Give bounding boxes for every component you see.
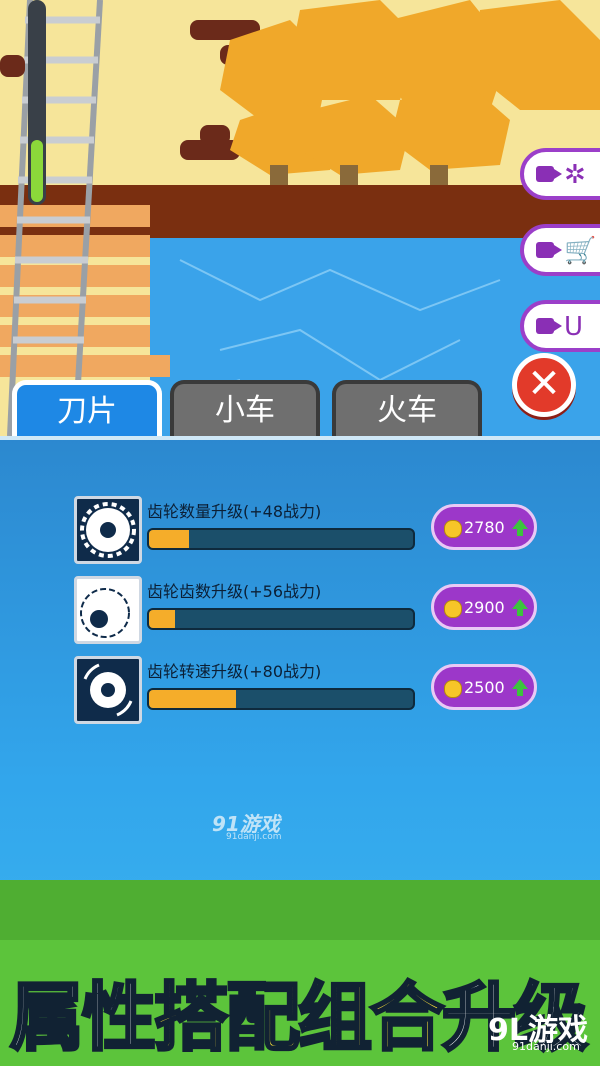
upgrade-buy-button[interactable]: 2780 <box>431 504 537 550</box>
saw-blade-spin-icon <box>74 656 142 724</box>
upgrade-price: 2500 <box>464 678 505 697</box>
upgrade-progress-bar <box>147 608 415 630</box>
upgrade-buy-button[interactable]: 2900 <box>431 584 537 630</box>
upgrade-buy-button[interactable]: 2500 <box>431 664 537 710</box>
upgrade-progress-fill <box>149 690 237 708</box>
upgrade-price: 2780 <box>464 518 505 537</box>
coin-icon <box>444 520 462 538</box>
saw-blade-multi-icon <box>74 496 142 564</box>
coin-icon <box>444 600 462 618</box>
saw-blade-icon: ✲ <box>564 160 586 190</box>
video-camera-icon <box>536 166 562 182</box>
upgrade-label: 齿轮齿数升级(+56战力) <box>147 582 322 601</box>
tab-cart[interactable]: 小车 <box>170 380 320 438</box>
watch-ad-magnet-button[interactable]: U <box>520 300 600 352</box>
video-camera-icon <box>536 318 562 334</box>
upgrade-row-speed: 齿轮转速升级(+80战力) 2500 <box>74 656 544 726</box>
video-camera-icon <box>536 242 562 258</box>
close-button[interactable]: ✕ <box>512 353 576 417</box>
upgrade-label: 齿轮数量升级(+48战力) <box>147 502 322 521</box>
magnet-icon: U <box>564 312 584 342</box>
upgrade-label: 齿轮转速升级(+80战力) <box>147 662 322 681</box>
upgrade-price: 2900 <box>464 598 505 617</box>
banner-text-2: 搭配组合 <box>153 974 446 1063</box>
arrow-up-icon <box>512 679 528 696</box>
site-logo-url: 91danji.com <box>512 1040 580 1053</box>
arrow-up-icon <box>512 519 528 536</box>
upgrade-progress-bar <box>147 688 415 710</box>
upgrade-progress-fill <box>149 610 176 628</box>
upgrade-row-teeth: 齿轮齿数升级(+56战力) 2900 <box>74 576 544 646</box>
saw-blade-teeth-icon <box>74 576 142 644</box>
grass-hill <box>0 880 600 940</box>
upgrade-progress-bar <box>147 528 415 550</box>
arrow-up-icon <box>512 599 528 616</box>
tab-blade[interactable]: 刀片 <box>12 380 162 438</box>
tab-train[interactable]: 火车 <box>332 380 482 438</box>
scene-art <box>0 0 600 436</box>
upgrade-row-count: 齿轮数量升级(+48战力) 2780 <box>74 496 544 566</box>
watch-ad-cart-button[interactable]: 🛒 <box>520 224 600 276</box>
upgrade-progress-fill <box>149 530 189 548</box>
watch-ad-saw-button[interactable]: ✲ <box>520 148 600 200</box>
watermark-url: 91danji.com <box>226 832 282 842</box>
banner-text-1: 属性 <box>9 974 158 1063</box>
coin-icon <box>444 680 462 698</box>
game-scene <box>0 0 600 436</box>
cart-icon: 🛒 <box>564 236 597 266</box>
